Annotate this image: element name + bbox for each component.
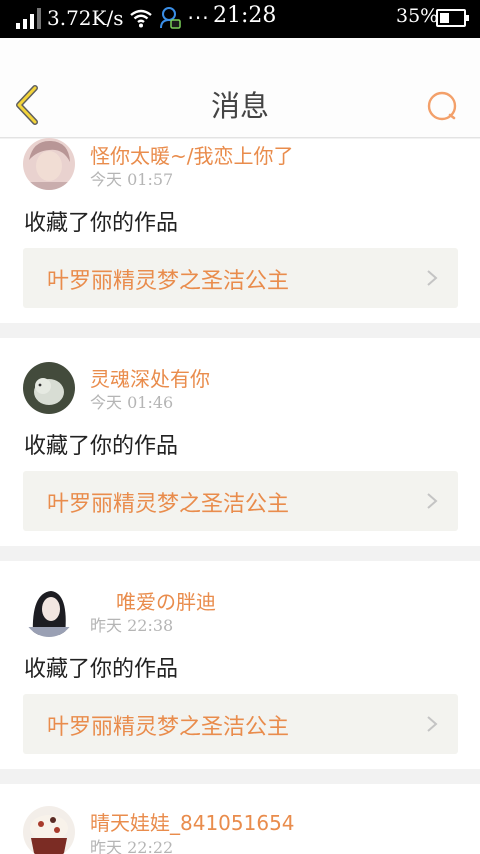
notification-person-icon: [160, 7, 182, 29]
chevron-right-icon: [427, 270, 438, 286]
timestamp: 今天 01:57: [90, 170, 174, 189]
chevron-right-icon: [427, 493, 438, 509]
work-title: 叶罗丽精灵梦之圣洁公主: [47, 715, 290, 740]
page-title: 消息: [210, 89, 269, 123]
timestamp: 昨天 22:38: [90, 616, 174, 635]
network-speed: 3.72K/s: [47, 6, 124, 30]
action-text: 收藏了你的作品: [24, 434, 179, 459]
battery-icon: [436, 9, 469, 27]
work-link[interactable]: 叶罗丽精灵梦之圣洁公主: [23, 471, 458, 531]
username[interactable]: 灵魂深处有你: [90, 363, 210, 392]
message-card: 晴天娃娃_841051654 昨天 22:22: [0, 784, 480, 854]
action-text: 收藏了你的作品: [24, 211, 179, 236]
timestamp: 今天 01:46: [90, 393, 174, 412]
avatar[interactable]: [23, 585, 75, 637]
timestamp: 昨天 22:22: [90, 838, 174, 854]
wifi-icon: [130, 9, 153, 28]
action-text: 收藏了你的作品: [24, 657, 179, 682]
work-link[interactable]: 叶罗丽精灵梦之圣洁公主: [23, 248, 458, 308]
signal-icon: [16, 7, 41, 29]
navigation-bar: 消息: [0, 38, 480, 138]
avatar[interactable]: [23, 806, 75, 854]
clock: 21:28: [213, 3, 277, 28]
message-card: 怪你太暖~/我恋上你了 今天 01:57 收藏了你的作品 叶罗丽精灵梦之圣洁公主: [0, 138, 480, 323]
search-icon[interactable]: [424, 88, 462, 126]
chevron-right-icon: [427, 716, 438, 732]
message-card: 灵魂深处有你 今天 01:46 收藏了你的作品 叶罗丽精灵梦之圣洁公主: [0, 338, 480, 546]
message-card: 唯爱の胖迪 昨天 22:38 收藏了你的作品 叶罗丽精灵梦之圣洁公主: [0, 561, 480, 769]
work-title: 叶罗丽精灵梦之圣洁公主: [47, 492, 290, 517]
status-bar: 3.72K/s ··· 21:28 35%: [0, 0, 480, 38]
username[interactable]: 晴天娃娃_841051654: [90, 807, 295, 836]
more-notifications-icon: ···: [187, 6, 210, 30]
battery-fill: [440, 13, 449, 23]
username[interactable]: 唯爱の胖迪: [116, 586, 216, 615]
work-link[interactable]: 叶罗丽精灵梦之圣洁公主: [23, 694, 458, 754]
avatar[interactable]: [23, 362, 75, 414]
avatar[interactable]: [23, 138, 75, 190]
work-title: 叶罗丽精灵梦之圣洁公主: [47, 269, 290, 294]
username[interactable]: 怪你太暖~/我恋上你了: [90, 140, 294, 169]
battery-percent: 35%: [396, 5, 439, 27]
